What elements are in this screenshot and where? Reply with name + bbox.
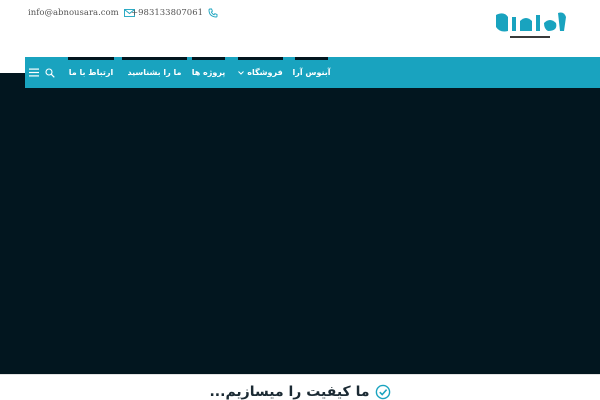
nav-item-label: پروژه ها [191, 68, 226, 77]
nav-item-home[interactable]: آبنوس آرا [292, 57, 331, 88]
check-badge-icon [375, 384, 391, 400]
hero-banner [0, 88, 600, 374]
hero-edge [0, 73, 25, 88]
nav-item-about[interactable]: ما را بشناسید [122, 57, 187, 88]
tagline: ما کیفیت را میسازیم... [0, 384, 600, 400]
phone-icon [208, 8, 218, 18]
nav-item-label: آبنوس آرا [292, 68, 331, 77]
section-divider [0, 374, 600, 375]
top-bar: info@abnousara.com +983133807061 [0, 0, 600, 57]
chevron-down-icon [238, 70, 245, 75]
nav-item-label: ارتباط با ما [68, 68, 114, 77]
phone-text[interactable]: +983133807061 [131, 8, 203, 18]
email-text[interactable]: info@abnousara.com [28, 8, 119, 18]
phone-contact[interactable]: +983133807061 [131, 8, 218, 18]
nav-item-projects[interactable]: پروژه ها [192, 57, 225, 88]
main-navbar: ارتباط با ما ما را بشناسید پروژه ها فروش… [25, 57, 600, 88]
nav-item-label: فروشگاه [247, 68, 283, 77]
email-contact[interactable]: info@abnousara.com [28, 8, 135, 18]
nav-item-label: ما را بشناسید [127, 68, 182, 77]
menu-icon[interactable] [27, 57, 41, 88]
tagline-text: ما کیفیت را میسازیم... [209, 384, 370, 400]
brand-logo[interactable] [490, 9, 570, 43]
nav-item-contact[interactable]: ارتباط با ما [68, 57, 114, 88]
search-icon[interactable] [43, 57, 57, 88]
nav-item-shop[interactable]: فروشگاه [238, 57, 283, 88]
